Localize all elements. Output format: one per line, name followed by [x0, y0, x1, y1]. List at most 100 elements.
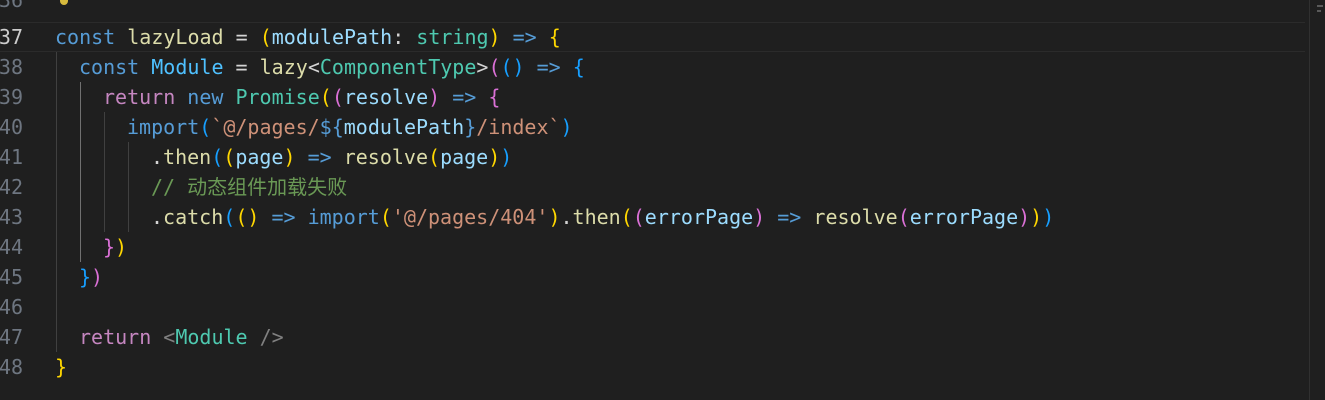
code-token: ) — [560, 115, 573, 139]
code-area[interactable]: const lazyLoad = (modulePath: string) =>… — [0, 0, 1325, 400]
code-token: ) — [488, 25, 501, 49]
code-comment-line[interactable]: // 动态组件加载失败 — [0, 172, 1305, 202]
code-token: ( — [331, 85, 344, 109]
code-token: // 动态组件加载失败 — [151, 175, 348, 199]
code-token: ( — [223, 145, 236, 169]
code-token: ( — [632, 205, 645, 229]
code-line[interactable]: } — [0, 352, 1305, 382]
code-token: ) — [283, 145, 296, 169]
code-token: '@/pages/404' — [391, 205, 549, 229]
code-token: => — [536, 55, 561, 79]
code-token: ComponentType — [319, 55, 477, 79]
code-token: () — [500, 55, 525, 79]
code-line[interactable]: }) — [0, 232, 1305, 262]
minimap-slider[interactable] — [1317, 5, 1323, 7]
code-token: ( — [211, 145, 224, 169]
code-token: ) — [488, 145, 501, 169]
code-token: } — [464, 115, 477, 139]
code-token: resolve — [343, 145, 429, 169]
code-token: : — [392, 25, 417, 49]
minimap-border — [1309, 0, 1310, 400]
code-token: ) — [115, 235, 128, 259]
code-token: string — [416, 25, 489, 49]
code-line[interactable]: return new Promise((resolve) => { — [0, 82, 1305, 112]
code-token: } — [103, 235, 116, 259]
code-token: ( — [259, 25, 272, 49]
code-token: catch — [163, 205, 224, 229]
code-token: ) — [1042, 205, 1055, 229]
code-token: const — [79, 55, 140, 79]
code-line[interactable]: .catch(() => import('@/pages/404').then(… — [0, 202, 1305, 232]
code-token: errorPage — [644, 205, 754, 229]
code-token: ( — [379, 205, 392, 229]
code-line[interactable]: }) — [0, 262, 1305, 292]
code-token: modulePath — [343, 115, 465, 139]
code-line[interactable]: import(`@/pages/${modulePath}/index`) — [0, 112, 1305, 142]
code-line[interactable] — [0, 292, 1305, 322]
code-token: modulePath — [271, 25, 393, 49]
code-token: then — [163, 145, 212, 169]
code-token: ) — [91, 265, 104, 289]
code-token: => — [512, 25, 537, 49]
code-token: => — [777, 205, 802, 229]
code-token: /index` — [476, 115, 561, 139]
code-token: ) — [1030, 205, 1043, 229]
code-token: = — [223, 25, 260, 49]
code-line[interactable] — [0, 0, 1305, 15]
code-token: => — [271, 205, 296, 229]
code-token: => — [307, 145, 332, 169]
code-token: page — [440, 145, 489, 169]
code-token: `@/pages/ — [211, 115, 320, 139]
code-token: . — [151, 205, 164, 229]
code-token: = — [223, 55, 260, 79]
code-token: } — [55, 355, 68, 379]
code-token: . — [151, 145, 164, 169]
code-token: Module — [151, 55, 224, 79]
code-token: const — [55, 25, 116, 49]
code-editor[interactable]: 36 37 38 39 40 41 42 43 44 45 46 47 48 c… — [0, 0, 1325, 400]
code-token: import — [307, 205, 380, 229]
code-token: ) — [548, 205, 561, 229]
code-token: { — [488, 85, 501, 109]
code-token: new — [187, 85, 224, 109]
code-token: ( — [319, 85, 332, 109]
code-token: ( — [199, 115, 212, 139]
code-token: { — [572, 55, 585, 79]
code-token: ) — [753, 205, 766, 229]
code-line[interactable]: const Module = lazy<ComponentType>(() =>… — [0, 52, 1305, 82]
code-token: then — [572, 205, 621, 229]
code-token: errorPage — [909, 205, 1019, 229]
code-line-active[interactable]: const lazyLoad = (modulePath: string) =>… — [0, 22, 1305, 52]
code-line[interactable]: .then((page) => resolve(page)) — [0, 142, 1305, 172]
code-token: return — [79, 325, 152, 349]
code-token: ) — [428, 85, 441, 109]
code-token: ( — [620, 205, 633, 229]
code-line[interactable]: return <Module /> — [0, 322, 1305, 352]
code-token: Promise — [235, 85, 320, 109]
code-token: < — [163, 325, 176, 349]
code-token: () — [235, 205, 260, 229]
minimap-slider[interactable] — [1317, 10, 1321, 12]
code-token: ) — [1018, 205, 1031, 229]
code-token: ( — [488, 55, 501, 79]
code-token: ) — [500, 145, 513, 169]
code-token: lazy — [259, 55, 308, 79]
code-token: { — [548, 25, 561, 49]
